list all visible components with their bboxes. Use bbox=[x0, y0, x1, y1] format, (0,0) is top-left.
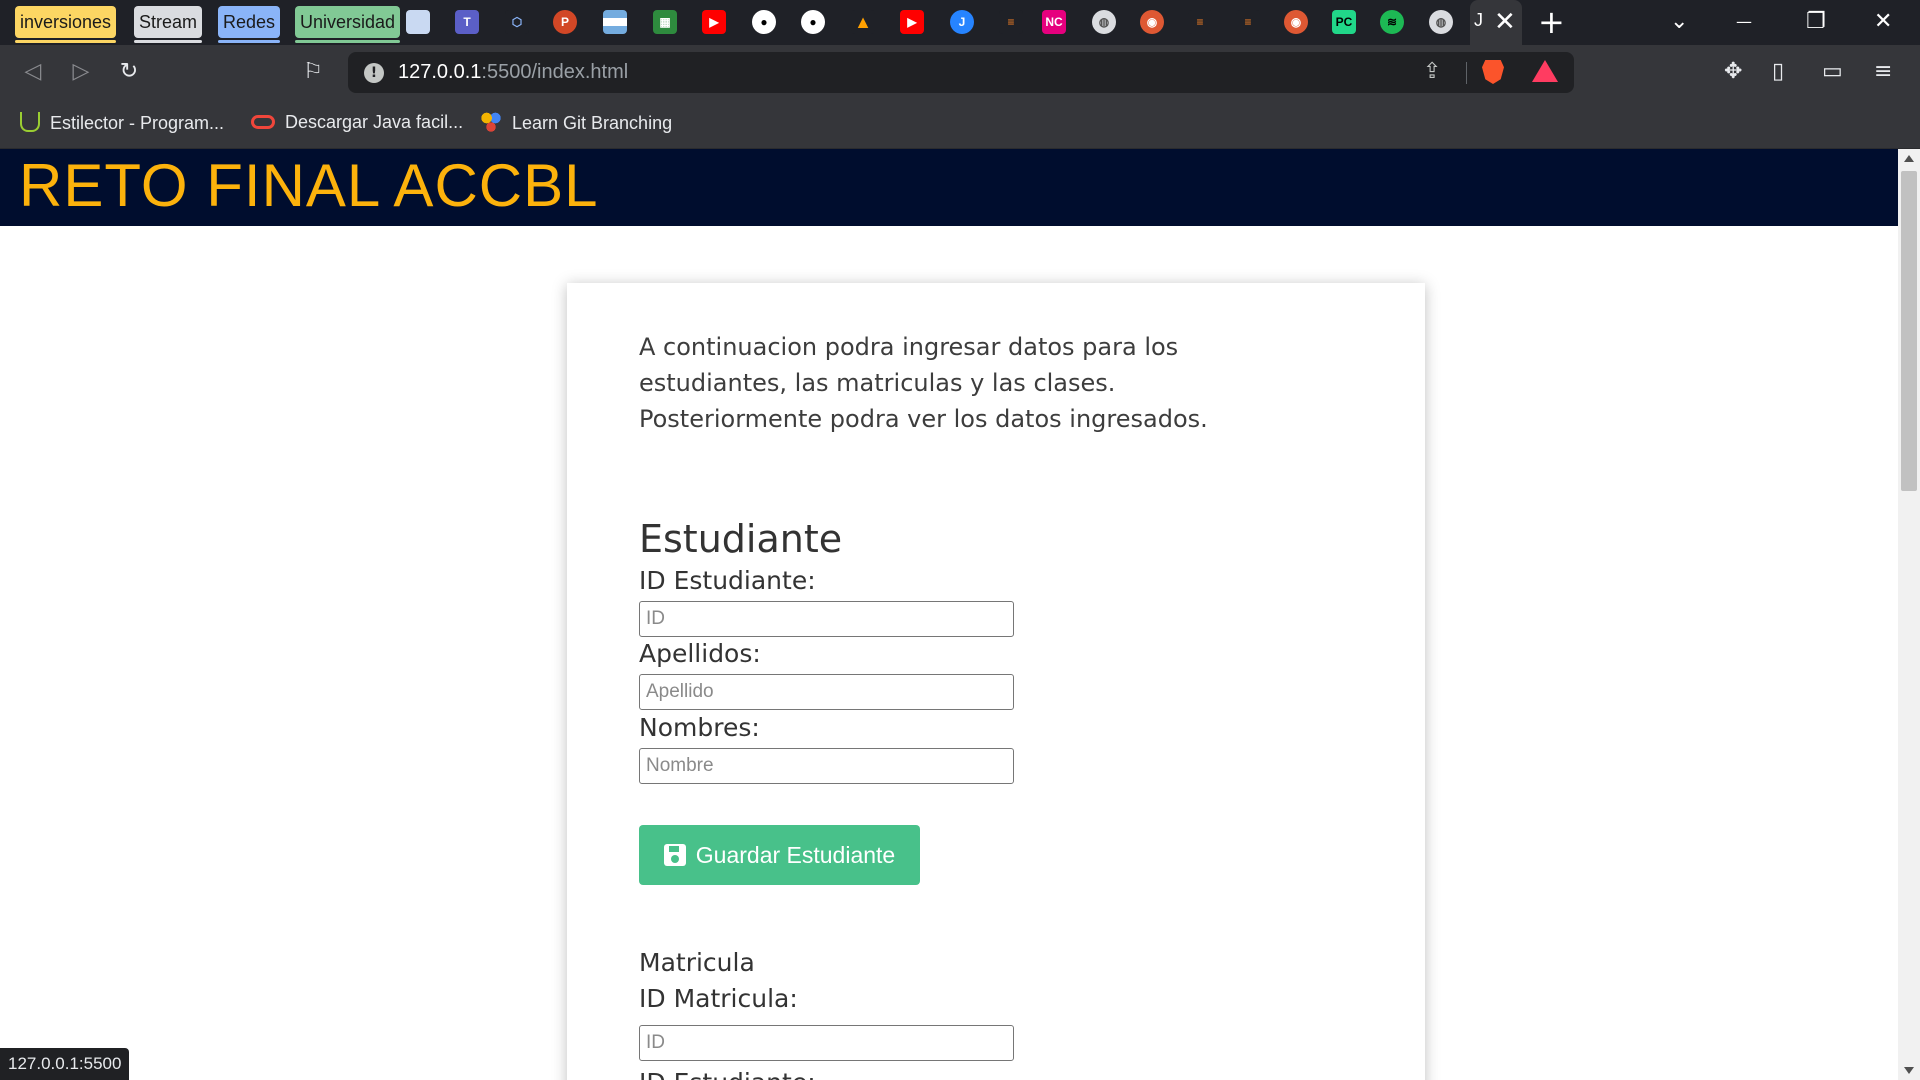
page-scrollbar[interactable] bbox=[1898, 149, 1920, 1080]
tab-strip: inversiones Stream Redes Universidad T ⬡… bbox=[0, 0, 1920, 45]
minimize-icon[interactable]: — bbox=[1736, 8, 1752, 36]
intro-text: A continuacion podra ingresar datos para… bbox=[639, 333, 1208, 433]
id-matricula-input[interactable] bbox=[639, 1025, 1014, 1061]
divider bbox=[1466, 62, 1467, 84]
nombres-input[interactable] bbox=[639, 748, 1014, 784]
active-tab[interactable]: J ✕ bbox=[1470, 0, 1522, 45]
teams-icon[interactable]: T bbox=[455, 10, 479, 34]
scroll-down-icon[interactable] bbox=[1904, 1067, 1914, 1074]
close-tab-icon[interactable]: ✕ bbox=[1494, 5, 1516, 39]
jira-icon[interactable]: J bbox=[950, 10, 974, 34]
bookmarks-bar: Estilector - Program... Descargar Java f… bbox=[0, 100, 1920, 149]
guardar-estudiante-label: Guardar Estudiante bbox=[695, 841, 896, 868]
page-title: RETO FINAL ACCBL bbox=[19, 152, 599, 219]
address-bar[interactable]: ! 127.0.0.1:5500/index.html ⇪ bbox=[348, 52, 1574, 93]
matricula-id-estudiante-label: ID Estudiante: bbox=[639, 1068, 816, 1080]
bookmark-git[interactable]: Learn Git Branching bbox=[480, 112, 672, 134]
bookmark-java[interactable]: Descargar Java facil... bbox=[251, 112, 463, 133]
tab-group-redes[interactable]: Redes bbox=[218, 6, 281, 43]
url-text[interactable]: 127.0.0.1:5500/index.html bbox=[398, 61, 628, 84]
green-app-icon[interactable]: ▦ bbox=[653, 10, 677, 34]
github-icon[interactable]: ● bbox=[752, 10, 776, 34]
powerpoint-icon[interactable]: P bbox=[553, 10, 577, 34]
tab-group-inversiones[interactable]: inversiones bbox=[15, 6, 117, 43]
new-tab-button[interactable]: + bbox=[1538, 5, 1565, 39]
matricula-section-title: Matricula bbox=[639, 948, 755, 977]
status-bar-url: 127.0.0.1:5500 bbox=[0, 1048, 130, 1080]
scroll-up-icon[interactable] bbox=[1904, 155, 1914, 162]
fire-icon[interactable]: ▲ bbox=[851, 10, 875, 34]
scrollbar-thumb[interactable] bbox=[1901, 171, 1917, 491]
estilector-icon bbox=[20, 112, 40, 132]
site-info-icon[interactable]: ! bbox=[364, 63, 384, 83]
guardar-estudiante-button[interactable]: Guardar Estudiante bbox=[639, 825, 920, 885]
bookmark-estilector[interactable]: Estilector - Program... bbox=[20, 112, 224, 134]
stackoverflow-icon[interactable]: ≡ bbox=[1236, 10, 1260, 34]
estudiante-section-title: Estudiante bbox=[639, 517, 843, 561]
location-icon[interactable]: ⬡ bbox=[505, 10, 529, 34]
globe-icon[interactable]: ◍ bbox=[1429, 10, 1453, 34]
id-estudiante-input[interactable] bbox=[639, 601, 1014, 637]
apellidos-input[interactable] bbox=[639, 674, 1014, 710]
bookmark-icon[interactable]: ⚐ bbox=[298, 57, 328, 87]
close-window-icon[interactable]: ✕ bbox=[1874, 8, 1892, 36]
spotify-icon[interactable]: ≋ bbox=[1380, 10, 1404, 34]
github-icon[interactable]: ● bbox=[801, 10, 825, 34]
tab-group-stream[interactable]: Stream bbox=[134, 6, 203, 43]
doc-icon[interactable] bbox=[406, 10, 430, 34]
stackoverflow-icon[interactable]: ≡ bbox=[1188, 10, 1212, 34]
reload-icon[interactable]: ↻ bbox=[114, 57, 144, 87]
brave-shields-icon[interactable] bbox=[1482, 60, 1504, 84]
browser-toolbar: ◁ ▷ ↻ ⚐ ! 127.0.0.1:5500/index.html ⇪ ✥ … bbox=[0, 45, 1920, 100]
menu-icon[interactable]: ≡ bbox=[1874, 57, 1892, 87]
nombres-label: Nombres: bbox=[639, 713, 760, 742]
restore-icon[interactable]: ❐ bbox=[1806, 8, 1826, 36]
form-card: A continuacion podra ingresar datos para… bbox=[567, 283, 1425, 1080]
extensions-icon[interactable]: ✥ bbox=[1724, 57, 1742, 87]
youtube-icon[interactable]: ▶ bbox=[702, 10, 726, 34]
share-icon[interactable]: ⇪ bbox=[1423, 59, 1441, 84]
back-icon[interactable]: ◁ bbox=[18, 57, 48, 87]
duckduckgo-icon[interactable]: ◉ bbox=[1284, 10, 1308, 34]
apellidos-label: Apellidos: bbox=[639, 639, 761, 668]
forward-icon[interactable]: ▷ bbox=[66, 57, 96, 87]
site-header: RETO FINAL ACCBL bbox=[0, 149, 1898, 226]
pycharm-icon[interactable]: PC bbox=[1332, 10, 1356, 34]
brave-rewards-icon[interactable] bbox=[1532, 60, 1558, 82]
save-icon bbox=[663, 844, 686, 866]
argentina-flag-icon[interactable] bbox=[603, 10, 627, 34]
git-branching-icon bbox=[480, 112, 502, 132]
youtube-icon[interactable]: ▶ bbox=[900, 10, 924, 34]
wallet-icon[interactable]: ▭ bbox=[1822, 57, 1843, 87]
id-matricula-label: ID Matricula: bbox=[639, 984, 798, 1013]
nc-icon[interactable]: NC bbox=[1042, 10, 1066, 34]
sidebar-icon[interactable]: ▯ bbox=[1772, 57, 1784, 87]
active-tab-title: J bbox=[1474, 10, 1483, 30]
oracle-icon bbox=[251, 115, 275, 129]
id-estudiante-label: ID Estudiante: bbox=[639, 566, 816, 595]
tab-group-universidad[interactable]: Universidad bbox=[295, 6, 401, 43]
duckduckgo-icon[interactable]: ◉ bbox=[1140, 10, 1164, 34]
tab-search-icon[interactable]: ⌄ bbox=[1670, 8, 1688, 36]
page-viewport: RETO FINAL ACCBL A continuacion podra in… bbox=[0, 149, 1898, 1080]
stack-icon[interactable]: ≡ bbox=[999, 10, 1023, 34]
globe-icon[interactable]: ◍ bbox=[1092, 10, 1116, 34]
